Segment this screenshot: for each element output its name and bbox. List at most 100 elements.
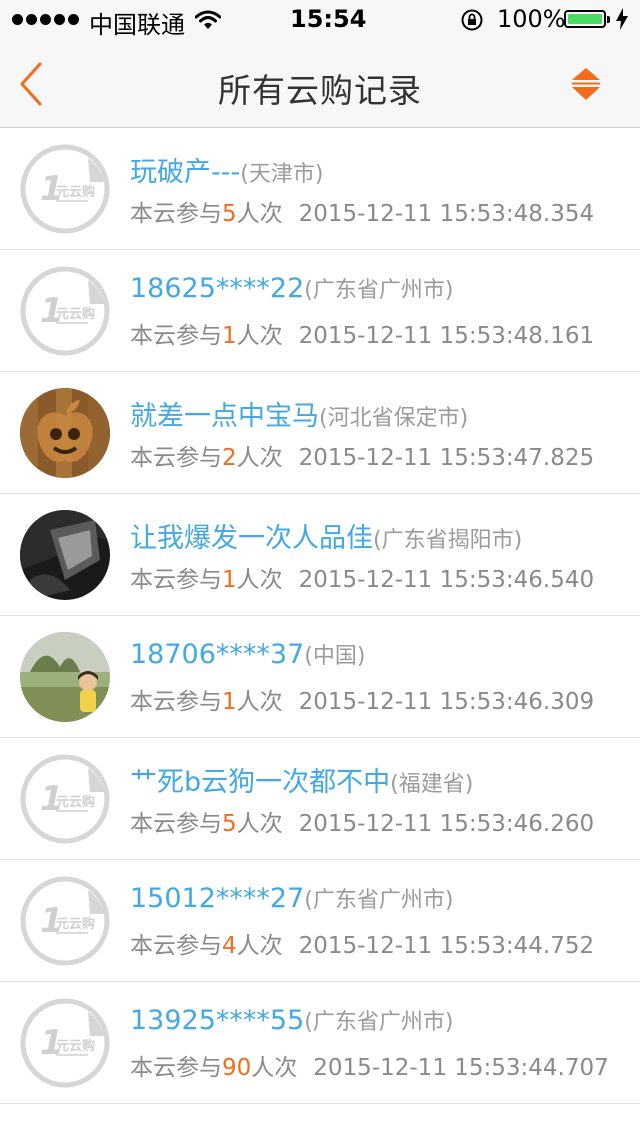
participation-suffix: 人次: [236, 323, 283, 349]
user-region: (广东省广州市): [304, 278, 454, 303]
avatar[interactable]: 1 元云购: [20, 144, 110, 234]
record-info-line: 本云参与2人次 2015-12-11 15:53:47.825: [130, 438, 594, 472]
page-title: 所有云购记录: [218, 71, 422, 110]
sort-updown-icon: [572, 68, 600, 100]
avatar[interactable]: 1 元云购: [20, 876, 110, 966]
user-name[interactable]: 就差一点中宝马: [130, 401, 319, 432]
participation-prefix: 本云参与: [130, 323, 222, 349]
participation-suffix: 人次: [236, 567, 283, 593]
record-time: 2015-12-11 15:53:46.260: [298, 811, 595, 837]
battery-percent: 100%: [497, 5, 566, 33]
avatar[interactable]: 1 元云购: [20, 754, 110, 844]
record-time: 2015-12-11 15:53:48.161: [298, 323, 595, 349]
participation-suffix: 人次: [236, 933, 283, 959]
participation-prefix: 本云参与: [130, 201, 222, 227]
svg-text:元云购: 元云购: [56, 1038, 95, 1054]
user-name[interactable]: 13925****55: [130, 1005, 304, 1036]
user-name[interactable]: 18706****37: [130, 639, 304, 670]
participation-suffix: 人次: [236, 811, 283, 837]
record-row[interactable]: 1 元云购 15012****27(广东省广州市) 本云参与4人次 2015-12-11…: [0, 860, 640, 982]
status-bar: 中国联通 15:54 100%: [0, 0, 640, 40]
avatar[interactable]: 1 元云购: [20, 998, 110, 1088]
record-row[interactable]: 1 元云购 13925****55(广东省广州市) 本云参与90人次 2015-12-1…: [0, 982, 640, 1104]
user-name[interactable]: 艹死b云狗一次都不中: [130, 767, 390, 798]
user-name[interactable]: 15012****27: [130, 883, 304, 914]
svg-text:元云购: 元云购: [56, 306, 95, 322]
record-row[interactable]: 1 元云购 玩破产---(天津市) 本云参与5人次 2015-12-11 15:53:4…: [0, 128, 640, 250]
user-region: (广东省广州市): [304, 1010, 454, 1035]
record-time: 2015-12-11 15:53:46.309: [298, 689, 595, 715]
record-name-line: 就差一点中宝马(河北省保定市): [130, 394, 468, 433]
rotation-lock-icon: [460, 8, 484, 38]
record-name-line: 18706****37(中国): [130, 638, 365, 670]
user-name[interactable]: 18625****22: [130, 273, 304, 304]
participation-prefix: 本云参与: [130, 445, 222, 471]
participation-suffix: 人次: [236, 445, 283, 471]
participation-count: 1: [222, 567, 237, 593]
record-name-line: 13925****55(广东省广州市): [130, 1004, 453, 1036]
user-region: (中国): [304, 644, 366, 669]
record-info-line: 本云参与4人次 2015-12-11 15:53:44.752: [130, 926, 594, 960]
record-row[interactable]: 1 元云购 18625****22(广东省广州市) 本云参与1人次 2015-12-11…: [0, 250, 640, 372]
record-row[interactable]: 1 元云购 艹死b云狗一次都不中(福建省) 本云参与5人次 2015-12-11 15:…: [0, 738, 640, 860]
record-list: 1 元云购 玩破产---(天津市) 本云参与5人次 2015-12-11 15:53:4…: [0, 128, 640, 1104]
participation-prefix: 本云参与: [130, 933, 222, 959]
record-name-line: 让我爆发一次人品佳(广东省揭阳市): [130, 516, 522, 555]
participation-suffix: 人次: [236, 689, 283, 715]
svg-text:元云购: 元云购: [56, 916, 95, 932]
avatar[interactable]: [20, 510, 110, 600]
participation-count: 5: [222, 201, 237, 227]
participation-prefix: 本云参与: [130, 689, 222, 715]
record-name-line: 15012****27(广东省广州市): [130, 882, 453, 914]
record-time: 2015-12-11 15:53:44.752: [298, 933, 595, 959]
record-name-line: 艹死b云狗一次都不中(福建省): [130, 760, 473, 799]
user-name[interactable]: 让我爆发一次人品佳: [130, 523, 373, 554]
user-region: (河北省保定市): [319, 406, 469, 431]
record-time: 2015-12-11 15:53:46.540: [298, 567, 595, 593]
participation-count: 1: [222, 689, 237, 715]
user-region: (广东省广州市): [304, 888, 454, 913]
participation-count: 5: [222, 811, 237, 837]
record-info-line: 本云参与5人次 2015-12-11 15:53:46.260: [130, 804, 594, 838]
battery-icon: [564, 10, 610, 28]
record-row[interactable]: 18706****37(中国) 本云参与1人次 2015-12-11 15:53:4…: [0, 616, 640, 738]
svg-text:元云购: 元云购: [56, 794, 95, 810]
record-info-line: 本云参与5人次 2015-12-11 15:53:48.354: [130, 194, 594, 228]
participation-count: 1: [222, 323, 237, 349]
participation-prefix: 本云参与: [130, 1055, 222, 1081]
participation-suffix: 人次: [251, 1055, 298, 1081]
avatar[interactable]: [20, 632, 110, 722]
carrier-name: 中国联通: [89, 11, 185, 39]
avatar[interactable]: 1 元云购: [20, 266, 110, 356]
record-info-line: 本云参与1人次 2015-12-11 15:53:48.161: [130, 316, 594, 350]
avatar[interactable]: [20, 388, 110, 478]
participation-prefix: 本云参与: [130, 567, 222, 593]
participation-prefix: 本云参与: [130, 811, 222, 837]
record-time: 2015-12-11 15:53:44.707: [313, 1055, 609, 1081]
user-region: (福建省): [390, 772, 474, 797]
screen: 中国联通 15:54 100% 所有云购记录 1 元云购 玩破产---(天津市)…: [0, 0, 640, 1136]
charging-bolt-icon: [616, 8, 628, 36]
svg-text:元云购: 元云购: [56, 184, 95, 200]
record-row[interactable]: 让我爆发一次人品佳(广东省揭阳市) 本云参与1人次 2015-12-11 15:53…: [0, 494, 640, 616]
status-time: 15:54: [290, 5, 367, 33]
participation-count: 4: [222, 933, 237, 959]
record-time: 2015-12-11 15:53:47.825: [298, 445, 595, 471]
participation-count: 2: [222, 445, 237, 471]
wifi-icon: [194, 8, 222, 36]
signal-strength-icon: [12, 14, 79, 25]
participation-count: 90: [222, 1055, 252, 1081]
record-info-line: 本云参与90人次 2015-12-11 15:53:44.707: [130, 1048, 609, 1082]
record-name-line: 玩破产---(天津市): [130, 150, 323, 189]
record-time: 2015-12-11 15:53:48.354: [298, 201, 595, 227]
user-region: (天津市): [240, 162, 324, 187]
record-row[interactable]: 就差一点中宝马(河北省保定市) 本云参与2人次 2015-12-11 15:53:4…: [0, 372, 640, 494]
record-info-line: 本云参与1人次 2015-12-11 15:53:46.309: [130, 682, 594, 716]
record-name-line: 18625****22(广东省广州市): [130, 272, 453, 304]
sort-button[interactable]: [566, 66, 606, 102]
navigation-bar: 所有云购记录: [0, 40, 640, 128]
participation-suffix: 人次: [236, 201, 283, 227]
record-info-line: 本云参与1人次 2015-12-11 15:53:46.540: [130, 560, 594, 594]
user-region: (广东省揭阳市): [373, 528, 523, 553]
user-name[interactable]: 玩破产---: [130, 157, 240, 188]
